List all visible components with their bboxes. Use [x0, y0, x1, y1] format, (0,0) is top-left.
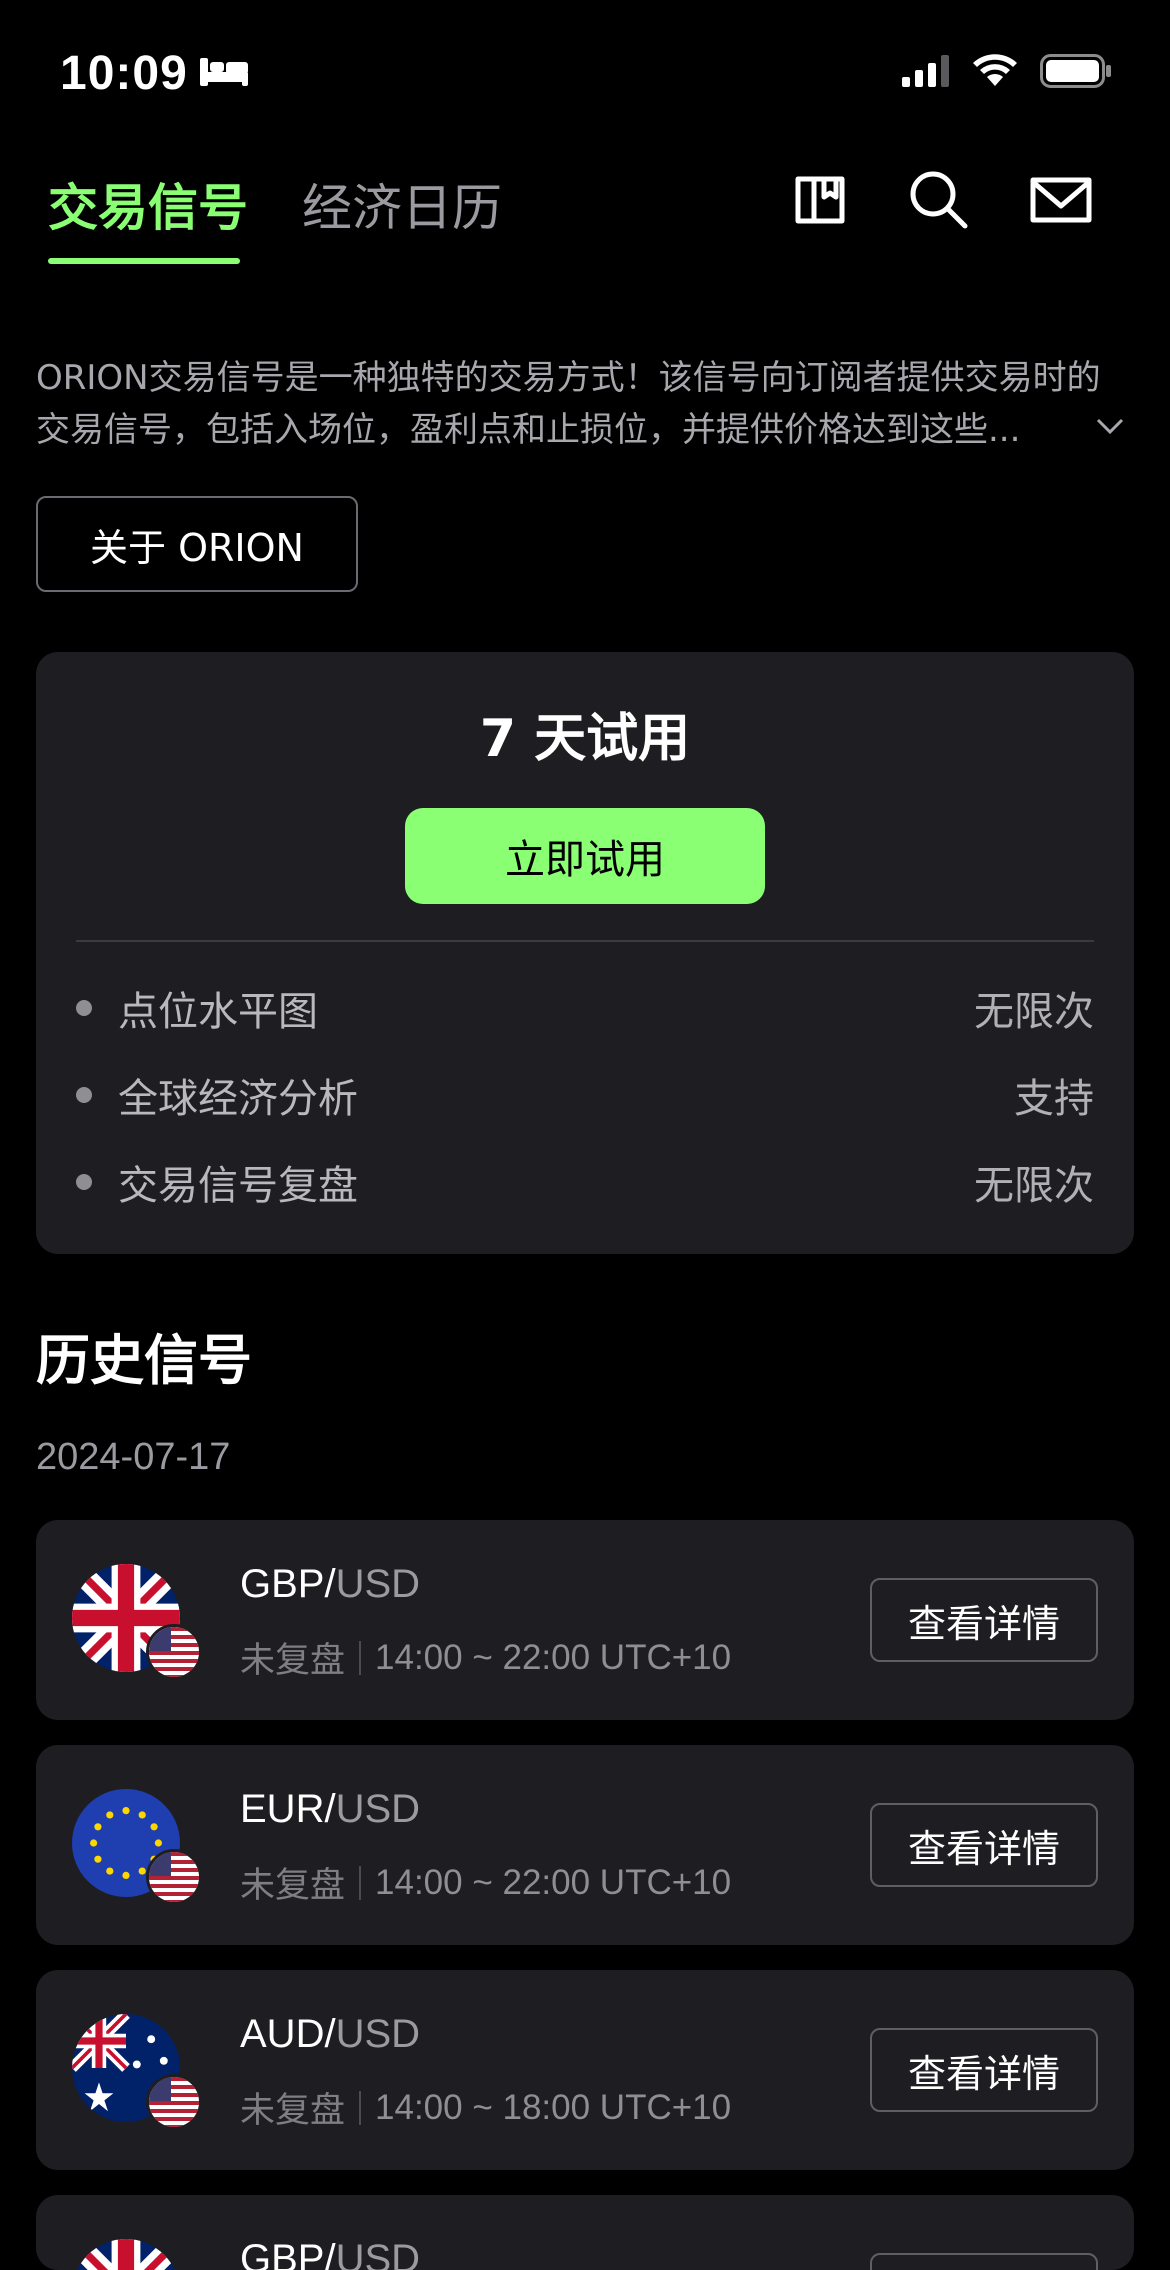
- signal-card[interactable]: AUD/USD 未复盘 14:00 ~ 18:00 UTC+10 查看详情: [36, 1970, 1134, 2170]
- status-bar: 10:09: [0, 0, 1170, 130]
- bed-icon: [198, 56, 250, 93]
- signal-time: 14:00 ~ 18:00 UTC+10: [375, 2087, 732, 2127]
- mail-icon[interactable]: [1026, 164, 1096, 234]
- currency-pair: GBP/USD: [240, 2237, 421, 2270]
- signal-card[interactable]: GBP/USD: [36, 2195, 1134, 2270]
- intro-description: ORION交易信号是一种独特的交易方式！该信号向订阅者提供交易时的交易信号，包括…: [36, 358, 1101, 450]
- view-details-button[interactable]: [870, 2253, 1098, 2270]
- history-date: 2024-07-17: [36, 1436, 231, 1478]
- trial-title: 7 天试用: [479, 709, 691, 769]
- signal-time: 14:00 ~ 22:00 UTC+10: [375, 1637, 732, 1677]
- signal-card[interactable]: GBP/USD 未复盘 14:00 ~ 22:00 UTC+10 查看详情: [36, 1520, 1134, 1720]
- bullet-icon: [76, 1087, 92, 1103]
- review-status: 未复盘: [240, 2091, 346, 2131]
- uk-flag-icon: [72, 2239, 180, 2270]
- signal-meta: 未复盘 14:00 ~ 22:00 UTC+10: [240, 1857, 731, 1908]
- feature-row: 全球经济分析 支持: [76, 1065, 1094, 1125]
- book-icon[interactable]: [785, 164, 855, 234]
- feature-row: 点位水平图 无限次: [76, 978, 1094, 1038]
- search-icon[interactable]: [903, 164, 973, 234]
- feature-name: 交易信号复盘: [118, 1163, 358, 1209]
- feature-value: 无限次: [974, 989, 1094, 1035]
- signal-card[interactable]: EUR/USD 未复盘 14:00 ~ 22:00 UTC+10 查看详情: [36, 1745, 1134, 1945]
- view-details-button[interactable]: 查看详情: [870, 2028, 1098, 2112]
- try-now-button[interactable]: 立即试用: [405, 808, 765, 904]
- us-flag-icon: [146, 1849, 202, 1905]
- signal-time: 14:00 ~ 22:00 UTC+10: [375, 1862, 732, 1902]
- view-details-button[interactable]: 查看详情: [870, 1578, 1098, 1662]
- feature-row: 交易信号复盘 无限次: [76, 1152, 1094, 1212]
- history-title: 历史信号: [36, 1329, 252, 1392]
- about-orion-button[interactable]: 关于 ORION: [36, 496, 358, 592]
- tab-trading-signals[interactable]: 交易信号: [48, 168, 248, 240]
- review-status: 未复盘: [240, 1641, 346, 1681]
- currency-pair: GBP/USD: [240, 1562, 421, 1606]
- tab-economic-calendar[interactable]: 经济日历: [302, 168, 502, 240]
- bullet-icon: [76, 1000, 92, 1016]
- cellular-signal-icon: [902, 55, 950, 92]
- currency-pair: EUR/USD: [240, 1787, 421, 1831]
- divider: [76, 940, 1094, 942]
- feature-value: 支持: [1014, 1076, 1094, 1122]
- view-details-button[interactable]: 查看详情: [870, 1803, 1098, 1887]
- signal-meta: 未复盘 14:00 ~ 18:00 UTC+10: [240, 2082, 731, 2133]
- bullet-icon: [76, 1174, 92, 1190]
- signal-meta: 未复盘 14:00 ~ 22:00 UTC+10: [240, 1632, 731, 1683]
- currency-pair: AUD/USD: [240, 2012, 421, 2056]
- battery-icon: [1040, 54, 1112, 93]
- top-nav: 交易信号 经济日历: [0, 150, 1170, 270]
- review-status: 未复盘: [240, 1866, 346, 1906]
- status-time: 10:09: [60, 47, 188, 100]
- us-flag-icon: [146, 2074, 202, 2130]
- feature-value: 无限次: [974, 1163, 1094, 1209]
- chevron-down-icon[interactable]: [1094, 416, 1126, 441]
- active-tab-indicator: [48, 258, 240, 264]
- wifi-icon: [972, 54, 1018, 93]
- us-flag-icon: [146, 1624, 202, 1680]
- feature-name: 全球经济分析: [118, 1076, 358, 1122]
- feature-name: 点位水平图: [118, 989, 318, 1035]
- trial-card: 7 天试用 立即试用 点位水平图 无限次 全球经济分析 支持 交易信号复盘 无限…: [36, 652, 1134, 1254]
